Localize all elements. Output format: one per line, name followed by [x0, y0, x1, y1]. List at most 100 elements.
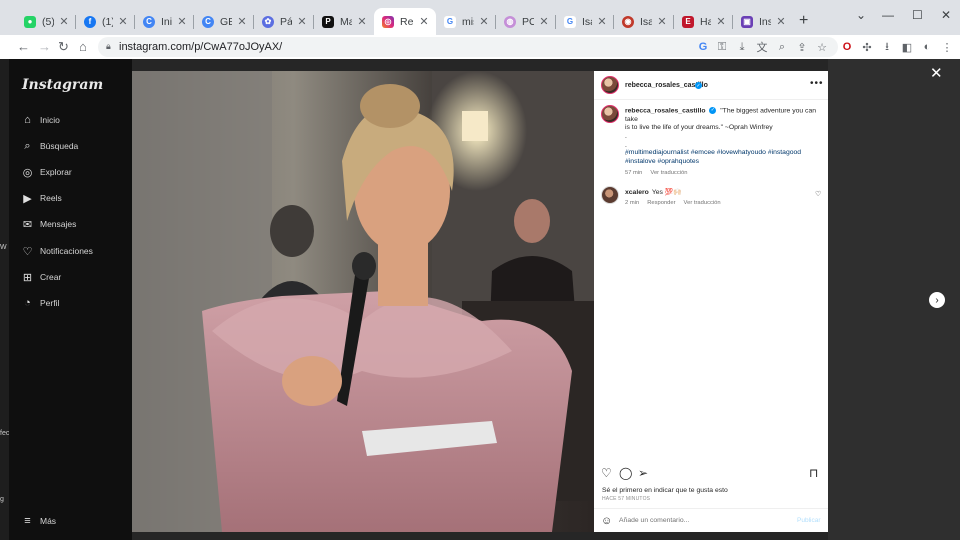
sidebar-item-inicio[interactable]: ⌂ Inicio [21, 112, 60, 128]
messenger-icon: ✉ [22, 218, 33, 231]
search-icon: ⌕ [24, 139, 31, 152]
add-comment-bar: ☺ Publicar [594, 508, 828, 532]
sidebar-item-reels[interactable]: ▶ Reels [21, 190, 61, 206]
sidebar-item-busqueda[interactable]: ⌕ Búsqueda [21, 138, 78, 154]
minimize-button[interactable]: — [882, 8, 894, 22]
browser-tab[interactable]: ▣ Inscri ✕ [733, 8, 793, 35]
side-panel-icon[interactable]: ◧ [900, 40, 914, 54]
browser-tab[interactable]: G Isabe ✕ [556, 8, 614, 35]
back-button[interactable]: ← [17, 39, 30, 54]
zoom-icon[interactable]: ⌕ [775, 40, 789, 54]
heart-icon: ♡ [22, 245, 33, 258]
save-bookmark-icon[interactable]: ⊓ [809, 466, 818, 480]
sidebar-item-perfil[interactable]: ◔ Perfil [21, 295, 59, 311]
isabel-favicon-icon: ◉ [622, 15, 634, 28]
tab-close-icon[interactable]: ✕ [236, 15, 248, 28]
opera-extension-icon[interactable]: O [840, 40, 854, 54]
add-comment-input[interactable] [619, 514, 789, 527]
sidebar-item-explorar[interactable]: ◎ Explorar [21, 164, 72, 180]
tab-title: Inicio [161, 15, 172, 28]
commenter-avatar[interactable] [601, 186, 619, 204]
reload-button[interactable]: ↻ [58, 39, 69, 55]
browser-tab[interactable]: ◉ Isabel ✕ [614, 8, 674, 35]
browser-tab[interactable]: ● (5) W ✕ [16, 8, 76, 35]
likes-text[interactable]: Sé el primero en indicar que te gusta es… [602, 487, 728, 494]
reply-link[interactable]: Responder [647, 200, 675, 206]
google-favicon-icon: G [564, 15, 576, 28]
google-lens-icon[interactable]: G [696, 40, 710, 54]
share-paper-plane-icon[interactable]: ➢ [638, 466, 648, 480]
sidebar-item-mas[interactable]: ≡ Más [21, 513, 56, 529]
tab-close-icon[interactable]: ✕ [296, 15, 308, 28]
translate-icon[interactable]: 文 [755, 40, 769, 54]
tab-close-icon[interactable]: ✕ [176, 15, 188, 28]
new-tab-button[interactable]: + [799, 12, 808, 30]
install-app-icon[interactable]: ⤓ [735, 40, 749, 54]
tab-close-icon[interactable]: ✕ [538, 15, 550, 28]
sidebar-item-notificaciones[interactable]: ♡ Notificaciones [21, 243, 93, 259]
tab-close-icon[interactable]: ✕ [596, 15, 608, 28]
tab-close-icon[interactable]: ✕ [715, 15, 727, 28]
extensions-puzzle-icon[interactable]: ✣ [860, 40, 874, 54]
browser-tab[interactable]: C GENE ✕ [194, 8, 254, 35]
tab-close-icon[interactable]: ✕ [58, 15, 70, 28]
downloads-icon[interactable]: ⭳ [880, 40, 894, 54]
caption-username[interactable]: rebecca_rosales_castillo [625, 107, 705, 114]
caption-line: is to live the life of your dreams." ~Op… [625, 124, 773, 132]
more-options-icon[interactable]: ••• [810, 78, 824, 89]
browser-tab[interactable]: f (1) Fa ✕ [76, 8, 135, 35]
tab-close-icon[interactable]: ✕ [356, 15, 368, 28]
post-photo[interactable] [132, 71, 594, 532]
tab-search-chevron-icon[interactable]: ⌄ [856, 8, 866, 22]
browser-tab[interactable]: ✿ Págin ✕ [254, 8, 314, 35]
browser-tab[interactable]: P Maga ✕ [314, 8, 374, 35]
close-modal-icon[interactable]: ✕ [930, 64, 943, 82]
home-button[interactable]: ⌂ [79, 39, 87, 54]
chrome-menu-icon[interactable]: ⋮ [940, 40, 954, 54]
tab-close-icon[interactable]: ✕ [656, 15, 668, 28]
tab-close-icon[interactable]: ✕ [478, 15, 490, 28]
comment-time: 2 min [625, 200, 640, 206]
bookmark-star-icon[interactable]: ☆ [815, 40, 829, 54]
comment-username[interactable]: xcalero [625, 189, 649, 196]
browser-tab[interactable]: C Inicio ✕ [135, 8, 194, 35]
left-edge-strip [0, 59, 9, 540]
emoji-icon[interactable]: ☺ [601, 515, 612, 527]
tab-close-icon[interactable]: ✕ [418, 15, 430, 28]
tab-close-icon[interactable]: ✕ [117, 15, 129, 28]
sidebar-item-label: Búsqueda [40, 141, 79, 151]
post-header: rebecca_rosales_castillo ✓ ••• [594, 71, 828, 100]
instagram-logo[interactable]: Instagram [22, 77, 103, 93]
sidebar-item-mensajes[interactable]: ✉ Mensajes [21, 216, 77, 232]
caption-meta: 57 min Ver traducción [625, 170, 695, 176]
tab-close-icon[interactable]: ✕ [775, 15, 787, 28]
caption-hashtags[interactable]: #multimediajournalist #emcee #lovewhatyo… [625, 149, 821, 166]
sidebar-item-label: Explorar [40, 167, 72, 177]
browser-tab-active[interactable]: ◎ Rebec ✕ [374, 8, 436, 35]
tab-title: Inscri [759, 15, 771, 28]
address-url[interactable]: instagram.com/p/CwA77oJOyAX/ [119, 41, 282, 53]
profile-sync-icon[interactable]: ◐ [920, 40, 934, 54]
caption-author-avatar[interactable] [601, 105, 619, 123]
author-avatar[interactable] [601, 76, 619, 94]
browser-tab[interactable]: E Half C ✕ [674, 8, 733, 35]
browser-tab[interactable]: ◍ POLÉM ✕ [496, 8, 556, 35]
maximize-button[interactable]: ☐ [912, 8, 923, 22]
publish-button[interactable]: Publicar [797, 517, 820, 524]
tab-title: Págin [280, 15, 292, 28]
forward-button[interactable]: → [38, 39, 51, 54]
comment-like-heart-icon[interactable]: ♡ [815, 190, 821, 198]
like-heart-icon[interactable]: ♡ [601, 466, 612, 480]
window-close-button[interactable]: ✕ [941, 8, 951, 22]
see-translation-link[interactable]: Ver traducción [650, 170, 687, 176]
comment-meta: 2 min Responder Ver traducción [625, 200, 729, 206]
next-post-chevron-icon[interactable]: › [929, 292, 945, 308]
key-icon[interactable]: ⚿ [715, 40, 729, 54]
see-translation-link[interactable]: Ver traducción [684, 200, 721, 206]
browser-tab[interactable]: G miss e ✕ [436, 8, 496, 35]
lock-icon[interactable]: 🔒︎ [106, 41, 111, 52]
sidebar-item-crear[interactable]: ⊞ Crear [21, 269, 61, 285]
share-icon[interactable]: ⇪ [795, 40, 809, 54]
flower-favicon-icon: ✿ [262, 15, 274, 28]
comment-bubble-icon[interactable]: ◯ [619, 466, 632, 480]
